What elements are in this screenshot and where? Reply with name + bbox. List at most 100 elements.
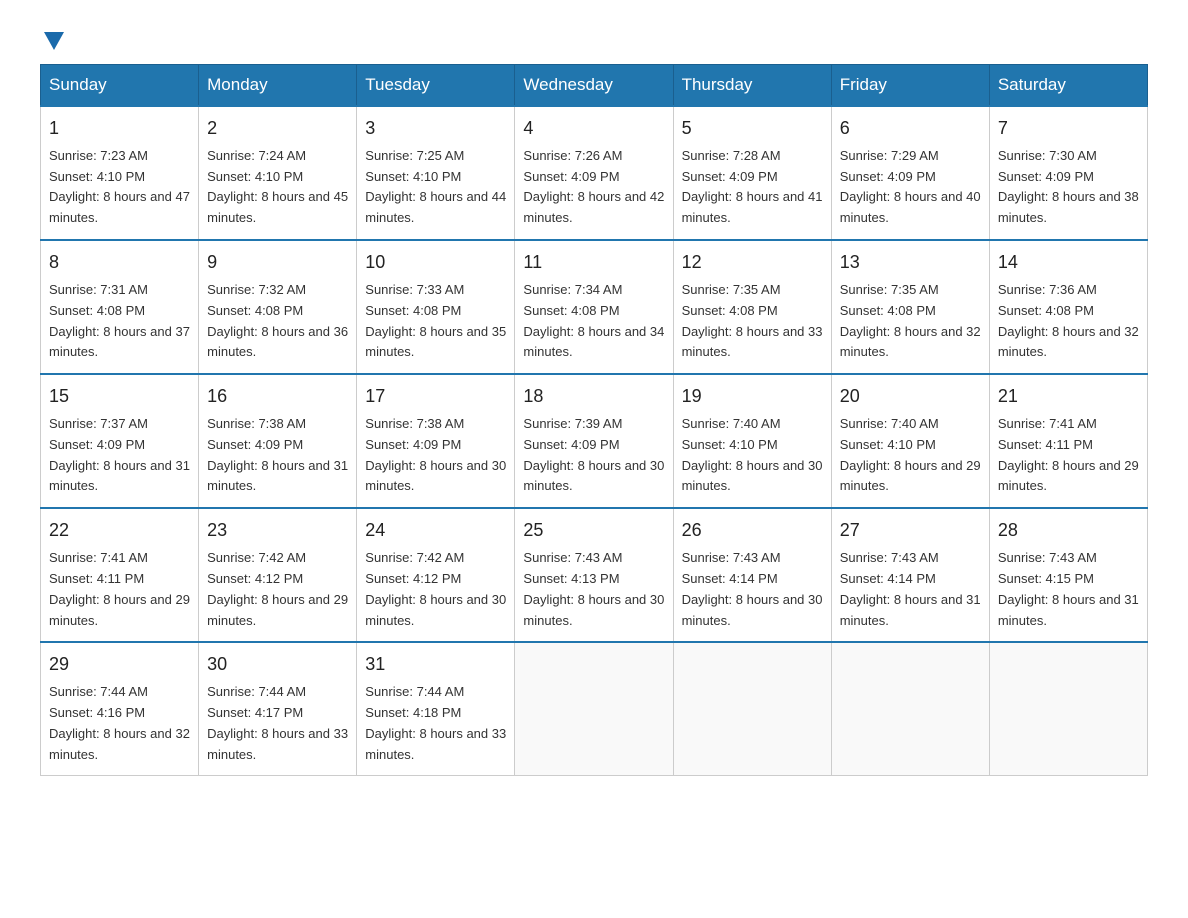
day-info: Sunrise: 7:42 AMSunset: 4:12 PMDaylight:… (365, 548, 506, 631)
calendar-cell: 17Sunrise: 7:38 AMSunset: 4:09 PMDayligh… (357, 374, 515, 508)
day-info: Sunrise: 7:40 AMSunset: 4:10 PMDaylight:… (840, 414, 981, 497)
calendar-cell (673, 642, 831, 776)
day-number: 14 (998, 249, 1139, 277)
day-number: 24 (365, 517, 506, 545)
day-info: Sunrise: 7:31 AMSunset: 4:08 PMDaylight:… (49, 280, 190, 363)
calendar-cell: 6Sunrise: 7:29 AMSunset: 4:09 PMDaylight… (831, 106, 989, 240)
calendar-cell (831, 642, 989, 776)
calendar-cell (515, 642, 673, 776)
logo (40, 30, 64, 44)
calendar-cell: 10Sunrise: 7:33 AMSunset: 4:08 PMDayligh… (357, 240, 515, 374)
day-info: Sunrise: 7:38 AMSunset: 4:09 PMDaylight:… (207, 414, 348, 497)
week-row-4: 22 Sunrise: 7:41 AMSunset: 4:11 PMDayligh… (41, 508, 1148, 642)
day-info: Sunrise: 7:43 AMSunset: 4:13 PMDaylight:… (523, 548, 664, 631)
day-info: Sunrise: 7:40 AMSunset: 4:10 PMDaylight:… (682, 414, 823, 497)
day-info: Sunrise: 7:34 AMSunset: 4:08 PMDaylight:… (523, 280, 664, 363)
calendar-cell: 25 Sunrise: 7:43 AMSunset: 4:13 PMDayligh… (515, 508, 673, 642)
day-number: 25 (523, 517, 664, 545)
day-info: Sunrise: 7:41 AMSunset: 4:11 PMDaylight:… (49, 548, 190, 631)
week-row-5: 29Sunrise: 7:44 AMSunset: 4:16 PMDayligh… (41, 642, 1148, 776)
calendar-cell: 21 Sunrise: 7:41 AMSunset: 4:11 PMDayligh… (989, 374, 1147, 508)
day-number: 23 (207, 517, 348, 545)
calendar-cell: 19 Sunrise: 7:40 AMSunset: 4:10 PMDayligh… (673, 374, 831, 508)
weekday-header-row: SundayMondayTuesdayWednesdayThursdayFrid… (41, 65, 1148, 107)
page-header (40, 30, 1148, 44)
calendar-cell: 12 Sunrise: 7:35 AMSunset: 4:08 PMDayligh… (673, 240, 831, 374)
day-number: 17 (365, 383, 506, 411)
calendar-cell: 8 Sunrise: 7:31 AMSunset: 4:08 PMDaylight… (41, 240, 199, 374)
day-info: Sunrise: 7:29 AMSunset: 4:09 PMDaylight:… (840, 146, 981, 229)
day-info: Sunrise: 7:37 AMSunset: 4:09 PMDaylight:… (49, 414, 190, 497)
day-number: 18 (523, 383, 664, 411)
day-info: Sunrise: 7:23 AMSunset: 4:10 PMDaylight:… (49, 146, 190, 229)
calendar-cell: 14 Sunrise: 7:36 AMSunset: 4:08 PMDayligh… (989, 240, 1147, 374)
calendar-cell: 18 Sunrise: 7:39 AMSunset: 4:09 PMDayligh… (515, 374, 673, 508)
day-number: 5 (682, 115, 823, 143)
calendar-cell (989, 642, 1147, 776)
calendar-cell: 15 Sunrise: 7:37 AMSunset: 4:09 PMDayligh… (41, 374, 199, 508)
day-info: Sunrise: 7:41 AMSunset: 4:11 PMDaylight:… (998, 414, 1139, 497)
day-info: Sunrise: 7:44 AMSunset: 4:17 PMDaylight:… (207, 682, 348, 765)
calendar-cell: 1 Sunrise: 7:23 AMSunset: 4:10 PMDaylight… (41, 106, 199, 240)
day-number: 1 (49, 115, 190, 143)
day-info: Sunrise: 7:24 AMSunset: 4:10 PMDaylight:… (207, 146, 348, 229)
logo-triangle-icon (44, 32, 64, 50)
day-number: 15 (49, 383, 190, 411)
day-info: Sunrise: 7:30 AMSunset: 4:09 PMDaylight:… (998, 146, 1139, 229)
calendar-cell: 24 Sunrise: 7:42 AMSunset: 4:12 PMDayligh… (357, 508, 515, 642)
calendar-cell: 28 Sunrise: 7:43 AMSunset: 4:15 PMDayligh… (989, 508, 1147, 642)
day-number: 31 (365, 651, 506, 679)
day-number: 9 (207, 249, 348, 277)
calendar-cell: 5 Sunrise: 7:28 AMSunset: 4:09 PMDaylight… (673, 106, 831, 240)
day-number: 30 (207, 651, 348, 679)
logo-top (40, 30, 64, 48)
calendar-cell: 29Sunrise: 7:44 AMSunset: 4:16 PMDayligh… (41, 642, 199, 776)
day-info: Sunrise: 7:44 AMSunset: 4:18 PMDaylight:… (365, 682, 506, 765)
day-number: 28 (998, 517, 1139, 545)
day-number: 3 (365, 115, 506, 143)
calendar-cell: 27 Sunrise: 7:43 AMSunset: 4:14 PMDayligh… (831, 508, 989, 642)
calendar-cell: 26Sunrise: 7:43 AMSunset: 4:14 PMDayligh… (673, 508, 831, 642)
day-info: Sunrise: 7:25 AMSunset: 4:10 PMDaylight:… (365, 146, 506, 229)
calendar-cell: 16 Sunrise: 7:38 AMSunset: 4:09 PMDayligh… (199, 374, 357, 508)
day-info: Sunrise: 7:43 AMSunset: 4:14 PMDaylight:… (840, 548, 981, 631)
day-info: Sunrise: 7:43 AMSunset: 4:15 PMDaylight:… (998, 548, 1139, 631)
day-number: 19 (682, 383, 823, 411)
calendar-cell: 20 Sunrise: 7:40 AMSunset: 4:10 PMDayligh… (831, 374, 989, 508)
calendar-cell: 31 Sunrise: 7:44 AMSunset: 4:18 PMDayligh… (357, 642, 515, 776)
day-number: 4 (523, 115, 664, 143)
day-number: 20 (840, 383, 981, 411)
day-number: 27 (840, 517, 981, 545)
calendar-cell: 3 Sunrise: 7:25 AMSunset: 4:10 PMDaylight… (357, 106, 515, 240)
day-info: Sunrise: 7:35 AMSunset: 4:08 PMDaylight:… (682, 280, 823, 363)
day-number: 12 (682, 249, 823, 277)
day-info: Sunrise: 7:26 AMSunset: 4:09 PMDaylight:… (523, 146, 664, 229)
weekday-header-wednesday: Wednesday (515, 65, 673, 107)
weekday-header-friday: Friday (831, 65, 989, 107)
day-info: Sunrise: 7:28 AMSunset: 4:09 PMDaylight:… (682, 146, 823, 229)
week-row-2: 8 Sunrise: 7:31 AMSunset: 4:08 PMDaylight… (41, 240, 1148, 374)
calendar-cell: 2Sunrise: 7:24 AMSunset: 4:10 PMDaylight… (199, 106, 357, 240)
day-info: Sunrise: 7:39 AMSunset: 4:09 PMDaylight:… (523, 414, 664, 497)
weekday-header-thursday: Thursday (673, 65, 831, 107)
day-number: 10 (365, 249, 506, 277)
week-row-1: 1 Sunrise: 7:23 AMSunset: 4:10 PMDaylight… (41, 106, 1148, 240)
calendar-table: SundayMondayTuesdayWednesdayThursdayFrid… (40, 64, 1148, 776)
weekday-header-sunday: Sunday (41, 65, 199, 107)
day-number: 8 (49, 249, 190, 277)
calendar-cell: 13 Sunrise: 7:35 AMSunset: 4:08 PMDayligh… (831, 240, 989, 374)
day-number: 21 (998, 383, 1139, 411)
calendar-cell: 9Sunrise: 7:32 AMSunset: 4:08 PMDaylight… (199, 240, 357, 374)
day-number: 13 (840, 249, 981, 277)
day-info: Sunrise: 7:42 AMSunset: 4:12 PMDaylight:… (207, 548, 348, 631)
calendar-cell: 22 Sunrise: 7:41 AMSunset: 4:11 PMDayligh… (41, 508, 199, 642)
day-number: 16 (207, 383, 348, 411)
calendar-cell: 4 Sunrise: 7:26 AMSunset: 4:09 PMDaylight… (515, 106, 673, 240)
day-info: Sunrise: 7:43 AMSunset: 4:14 PMDaylight:… (682, 548, 823, 631)
calendar-cell: 30 Sunrise: 7:44 AMSunset: 4:17 PMDayligh… (199, 642, 357, 776)
day-info: Sunrise: 7:36 AMSunset: 4:08 PMDaylight:… (998, 280, 1139, 363)
weekday-header-saturday: Saturday (989, 65, 1147, 107)
day-number: 22 (49, 517, 190, 545)
calendar-cell: 11Sunrise: 7:34 AMSunset: 4:08 PMDayligh… (515, 240, 673, 374)
day-info: Sunrise: 7:35 AMSunset: 4:08 PMDaylight:… (840, 280, 981, 363)
